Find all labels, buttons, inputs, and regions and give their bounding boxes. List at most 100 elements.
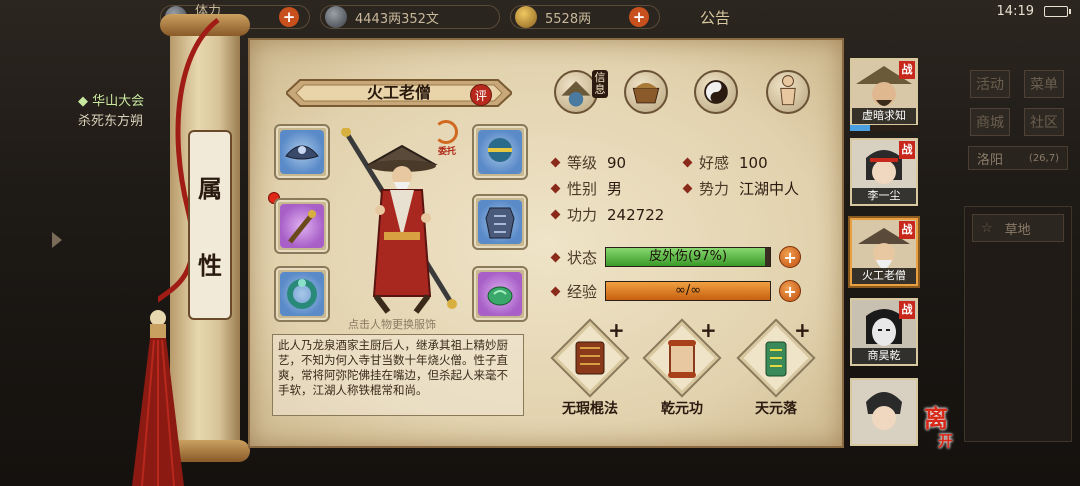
exp-row: 经验 ∞/∞ + bbox=[550, 280, 802, 302]
outfit-hint: 点击人物更换服饰 bbox=[348, 318, 436, 331]
skill-slot-3[interactable]: + 天元落 bbox=[734, 318, 818, 422]
exp-bar-text: ∞/∞ bbox=[674, 283, 702, 298]
expand-left-arrow-icon[interactable] bbox=[52, 232, 62, 248]
tab-info-label: 信息 bbox=[592, 70, 608, 98]
body-meridian-icon bbox=[780, 75, 796, 106]
party-member-name: 火工老僧 bbox=[852, 268, 916, 284]
battle-badge: 战 bbox=[899, 221, 915, 239]
system-status-bar: 14:19 bbox=[996, 4, 1071, 19]
skill-3-name: 天元落 bbox=[755, 401, 797, 417]
stat-power: 功力 242722 bbox=[550, 204, 664, 225]
attr-tab-char-2: 性 bbox=[198, 251, 222, 280]
party-member-name: 李一尘 bbox=[852, 188, 916, 204]
community-button[interactable]: 社区 bbox=[1024, 108, 1064, 136]
equip-slot-hat[interactable] bbox=[274, 124, 330, 180]
belt-item-icon bbox=[488, 138, 512, 162]
health-bar-text: 皮外伤(97%) bbox=[648, 249, 728, 264]
entrust-icon bbox=[434, 120, 458, 144]
battle-badge: 战 bbox=[899, 301, 915, 319]
skill-1-name: 无瑕棍法 bbox=[562, 401, 618, 417]
attribute-tab[interactable]: 属 性 bbox=[188, 130, 232, 320]
exp-label: 经验 bbox=[567, 282, 598, 301]
copper-value: 4443两352文 bbox=[355, 11, 439, 27]
status-label: 状态 bbox=[567, 248, 598, 267]
quest-title: ◆ 华山大会 bbox=[78, 94, 145, 109]
jade-pendant-icon bbox=[487, 286, 513, 306]
city-coord: (26,7) bbox=[1028, 152, 1059, 164]
equip-slot-accessory[interactable] bbox=[472, 266, 528, 322]
resource-bar: 体力 182/280 + 4443两352文 5528两 + 公告 bbox=[160, 0, 920, 34]
equip-slot-weapon[interactable] bbox=[274, 198, 330, 254]
menu-button[interactable]: 菜单 bbox=[1024, 70, 1064, 98]
entrust-label: 委托 bbox=[437, 147, 456, 157]
tab-body[interactable] bbox=[766, 70, 810, 114]
party-member-name: 虚暗求知 bbox=[852, 108, 916, 124]
skill-slot-1[interactable]: + 无瑕棍法 bbox=[548, 318, 632, 422]
leave-button[interactable]: 离 开 bbox=[924, 407, 968, 456]
stat-favor: 好感 100 bbox=[682, 152, 768, 173]
battle-badge: 战 bbox=[899, 141, 915, 159]
character-bio: 此人乃龙泉酒家主厨后人，继承其祖上精妙厨艺，不知为何入寺甘当数十年烧火僧。性子直… bbox=[272, 334, 524, 416]
jade-scroll-icon bbox=[765, 341, 787, 377]
party-member-4[interactable]: 战 商昊乾 bbox=[850, 298, 918, 366]
equip-slot-ring[interactable] bbox=[274, 266, 330, 322]
party-member-5[interactable] bbox=[850, 378, 918, 446]
chest-icon bbox=[632, 82, 660, 104]
hat-item-icon bbox=[285, 145, 319, 160]
skill-3-plus-icon[interactable]: + bbox=[794, 318, 811, 342]
party-member-1-bar bbox=[850, 125, 918, 131]
party-member-2[interactable]: 战 李一尘 bbox=[850, 138, 918, 206]
equip-slot-belt[interactable] bbox=[472, 124, 528, 180]
copper-ingot-icon bbox=[325, 6, 347, 28]
entrust-button[interactable]: 委托 bbox=[434, 120, 460, 160]
quest-desc: 杀死东方朔 bbox=[78, 114, 144, 129]
attr-tab-char-1: 属 bbox=[198, 174, 222, 203]
notice-button[interactable]: 公告 bbox=[700, 7, 730, 28]
skill-1-plus-icon[interactable]: + bbox=[608, 318, 625, 342]
skill-2-name: 乾元功 bbox=[661, 401, 703, 417]
tab-equipment[interactable] bbox=[624, 70, 668, 114]
quest-tracker[interactable]: ◆ 华山大会 杀死东方朔 bbox=[78, 92, 144, 132]
staff-item-icon bbox=[288, 210, 316, 244]
yin-yang-icon bbox=[704, 80, 728, 104]
party-member-3[interactable]: 战 火工老僧 bbox=[850, 218, 918, 286]
silver-ingot-icon bbox=[515, 6, 537, 28]
portrait-young-man bbox=[852, 380, 916, 444]
straw-hat-icon bbox=[561, 81, 591, 107]
add-silver-button[interactable]: + bbox=[629, 7, 649, 27]
scroll-rolled-icon bbox=[668, 340, 696, 378]
scroll-book-icon bbox=[575, 341, 605, 375]
red-tassel-icon bbox=[132, 310, 184, 486]
clock: 14:19 bbox=[996, 4, 1034, 19]
party-member-name: 商昊乾 bbox=[852, 348, 916, 364]
silver-value: 5528两 bbox=[545, 11, 592, 27]
stat-faction: 势力 江湖中人 bbox=[682, 178, 799, 199]
battle-badge: 战 bbox=[899, 61, 915, 79]
ring-item-icon bbox=[287, 279, 317, 309]
battery-icon bbox=[1044, 6, 1071, 17]
equip-slot-armor[interactable] bbox=[472, 194, 528, 250]
skill-2-plus-icon[interactable]: + bbox=[700, 318, 717, 342]
skill-slot-2[interactable]: + 乾元功 bbox=[640, 318, 724, 422]
city-location[interactable]: 洛阳 (26,7) bbox=[968, 146, 1068, 170]
stat-gender: 性别男 bbox=[550, 178, 622, 199]
tab-skills[interactable] bbox=[694, 70, 738, 114]
terrain-name: 草地 bbox=[1004, 222, 1031, 238]
stat-level: 等级 90 bbox=[550, 152, 626, 173]
character-panel: 火工老僧 评 委托 点击人物更换服饰 此人乃龙泉酒家主厨后人，继承其祖上精妙厨艺… bbox=[248, 38, 844, 448]
city-name: 洛阳 bbox=[977, 152, 1004, 168]
armor-item-icon bbox=[485, 207, 515, 239]
status-row: 状态 皮外伤(97%) + bbox=[550, 246, 802, 268]
copper-counter: 4443两352文 bbox=[320, 5, 500, 29]
evaluate-button[interactable]: 评 bbox=[470, 84, 492, 106]
terrain-label: ☆ 草地 bbox=[972, 214, 1064, 242]
mall-button[interactable]: 商城 bbox=[970, 108, 1010, 136]
add-stamina-button[interactable]: + bbox=[279, 7, 299, 27]
party-member-1[interactable]: 战 虚暗求知 bbox=[850, 58, 918, 126]
heal-button[interactable]: + bbox=[779, 246, 802, 268]
health-bar: 皮外伤(97%) bbox=[605, 247, 772, 267]
exp-bar: ∞/∞ bbox=[605, 281, 772, 301]
silver-counter: 5528两 + bbox=[510, 5, 660, 29]
add-exp-button[interactable]: + bbox=[779, 280, 802, 302]
activity-button[interactable]: 活动 bbox=[970, 70, 1010, 98]
